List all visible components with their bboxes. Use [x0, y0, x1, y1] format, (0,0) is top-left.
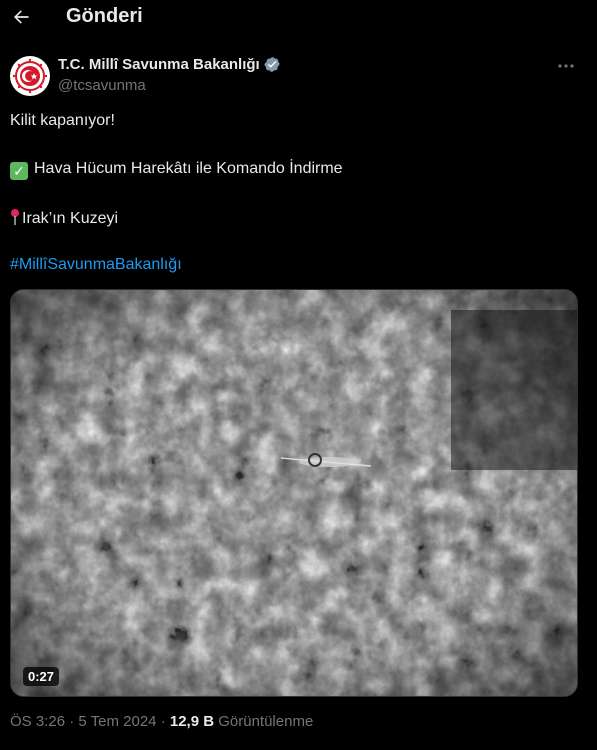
post-text-line-1: Kilit kapanıyor! [10, 112, 115, 129]
views-label: Görüntülenme [218, 713, 314, 730]
author-handle[interactable]: @tcsavunma [58, 77, 146, 94]
post-date[interactable]: 5 Tem 2024 [78, 713, 156, 730]
verified-badge-icon [264, 57, 280, 72]
avatar[interactable] [10, 56, 50, 96]
more-dots-icon [558, 64, 574, 68]
video-player[interactable]: 0:27 [10, 289, 578, 697]
post-text-line-2-text: Hava Hücum Harekâtı ile Komando İndirme [34, 160, 343, 177]
views-count: 12,9 B [169, 713, 215, 730]
ministry-emblem-icon [11, 57, 49, 95]
post-time[interactable]: ÖS 3:26 [10, 713, 65, 730]
author-name-text: T.C. Millî Savunma Bakanlığı [58, 56, 260, 73]
post-meta: ÖS 3:26 · 5 Tem 2024 · 12,9 B Görüntülen… [10, 713, 313, 730]
meta-separator: · [69, 713, 75, 730]
author-name[interactable]: T.C. Millî Savunma Bakanlığı [58, 56, 281, 73]
more-options-button[interactable] [556, 58, 578, 74]
post-text-line-2: ✓ Hava Hücum Harekâtı ile Komando İndirme [10, 160, 343, 180]
hashtag-link[interactable]: #MillîSavunmaBakanlığı [10, 256, 182, 274]
video-duration-badge: 0:27 [23, 667, 60, 686]
post-text-line-3: Irak’ın Kuzeyi [10, 208, 118, 228]
back-button[interactable] [10, 6, 32, 28]
check-mark-icon: ✓ [10, 162, 28, 180]
page-title: Gönderi [66, 5, 143, 27]
location-pin-icon [11, 209, 19, 225]
page-header: Gönderi [0, 0, 597, 36]
arrow-left-icon [14, 10, 29, 24]
video-thumbnail [11, 290, 577, 696]
meta-separator-2: · [160, 713, 166, 730]
post-text-line-3-text: Irak’ın Kuzeyi [22, 210, 119, 227]
